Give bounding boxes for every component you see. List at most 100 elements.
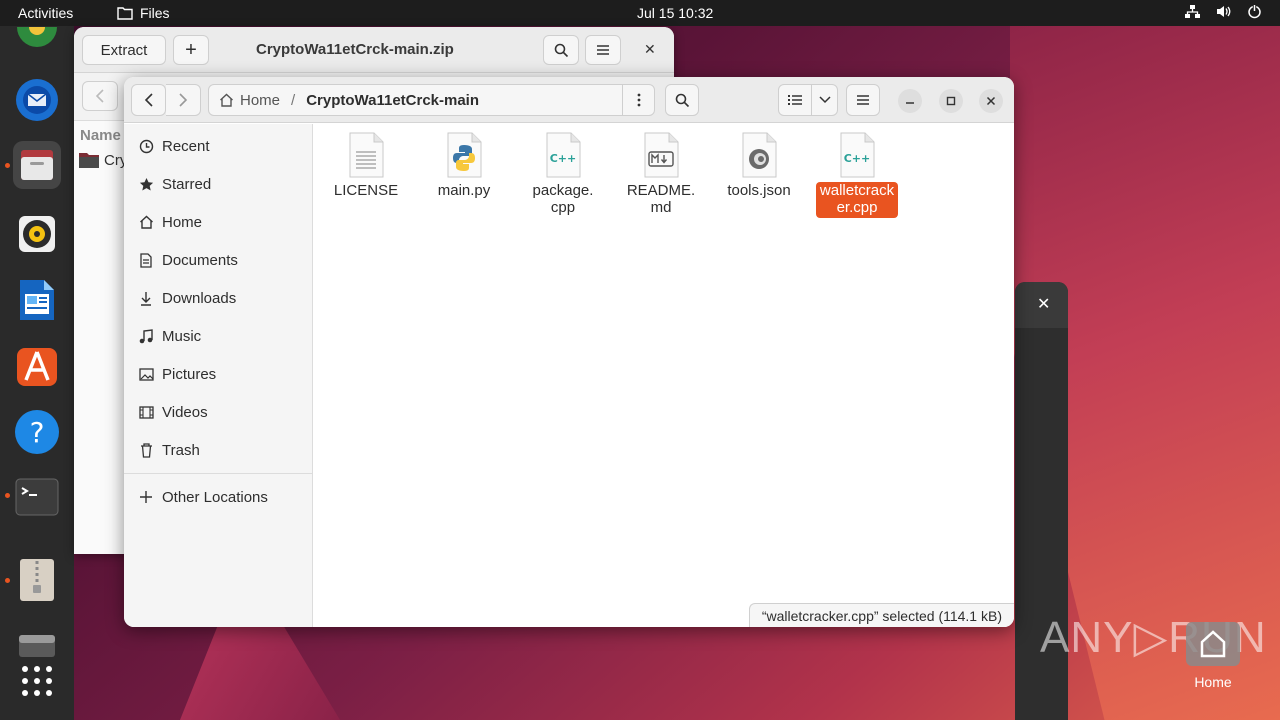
column-header-name[interactable]: Name [80,127,121,144]
close-icon[interactable]: ✕ [644,41,656,58]
sidebar-item-pictures[interactable]: Pictures [124,355,313,393]
view-toggle-button[interactable] [778,84,812,116]
dock-thunderbird[interactable] [13,76,61,124]
file-item-tools-json[interactable]: tools.json [716,132,802,201]
svg-text:C++: C++ [550,152,577,165]
folder-icon [79,153,99,168]
minimize-icon [906,102,914,104]
dock-terminal[interactable] [13,473,61,521]
plus-icon [138,491,154,503]
chrome-icon [17,27,57,47]
sidebar-item-other-locations[interactable]: Other Locations [124,478,313,516]
file-item-package-cpp[interactable]: C++ package. cpp [520,132,606,218]
dock-writer[interactable] [13,276,61,324]
file-item-readme-md[interactable]: README. md [618,132,704,218]
help-icon: ? [15,410,59,454]
search-icon [554,43,568,57]
vertical-dots-icon [637,93,640,107]
archive-manager-icon [20,559,54,601]
path-menu-button[interactable] [622,85,654,115]
file-item-main-py[interactable]: main.py [421,132,507,201]
minimize-button[interactable] [898,89,922,113]
back-button[interactable] [82,81,118,111]
archive-search-button[interactable] [543,35,579,65]
close-button[interactable] [979,89,1003,113]
trash-icon [138,442,154,458]
sidebar-item-label: Trash [162,441,200,459]
search-icon [675,93,689,107]
sidebar-item-videos[interactable]: Videos [124,393,313,431]
sidebar-item-label: Home [162,213,203,231]
sidebar-item-label: Recent [162,137,210,155]
sidebar-item-label: Music [162,327,202,345]
search-button[interactable] [665,84,699,116]
add-button[interactable]: + [173,35,209,65]
dock-files[interactable] [13,141,61,189]
sidebar-item-music[interactable]: Music [124,317,313,355]
clock-icon [138,139,154,154]
close-icon [986,96,996,106]
archive-menu-button[interactable] [585,35,621,65]
forward-button[interactable] [166,84,201,116]
sidebar-item-starred[interactable]: Starred [124,165,313,203]
dock-archive-manager[interactable] [13,556,61,604]
dock-rhythmbox[interactable] [13,210,61,258]
maximize-icon [946,96,956,106]
main-menu-button[interactable] [846,84,880,116]
desktop-home-icon[interactable]: Home [1182,618,1244,690]
dock-chrome[interactable] [13,18,61,66]
chevron-left-icon [95,89,104,103]
path-bar[interactable]: Home / CryptoWa11etCrck-main [208,84,655,116]
sidebar-item-downloads[interactable]: Downloads [124,279,313,317]
rhythmbox-icon [19,216,55,252]
home-icon [220,93,233,107]
cpp-file-icon: C++ [546,132,581,178]
clock[interactable]: Jul 15 10:32 [637,5,713,21]
svg-text:C++: C++ [844,152,871,165]
network-icon [1185,5,1200,18]
show-apps-icon [22,666,52,696]
file-name: README. md [626,182,696,216]
file-name: tools.json [727,182,791,199]
home-folder-icon [1186,622,1240,666]
chevron-right-icon [179,93,188,107]
sidebar-item-recent[interactable]: Recent [124,127,313,165]
sidebar-divider [124,473,313,474]
back-button[interactable] [131,84,166,116]
dock-help[interactable]: ? [13,408,61,456]
background-window-headerbar: ✕ [1015,282,1068,328]
path-segment-current[interactable]: CryptoWa11etCrck-main [306,92,479,109]
sidebar-item-home[interactable]: Home [124,203,313,241]
star-icon [138,177,154,192]
maximize-button[interactable] [939,89,963,113]
sidebar-item-label: Downloads [162,289,237,307]
archive-title: CryptoWa11etCrck-main.zip [256,41,454,58]
file-item-license[interactable]: LICENSE [323,132,409,201]
hamburger-icon [857,95,869,105]
path-segment-home[interactable]: Home [209,92,280,109]
files-window: Home / CryptoWa11etCrck-main Recent Star… [124,77,1014,627]
file-item-walletcracker-cpp[interactable]: C++ walletcrack er.cpp [814,132,900,218]
close-icon[interactable]: ✕ [1037,294,1050,314]
file-name: package. cpp [532,182,594,216]
app-menu[interactable]: Files [117,5,170,21]
sidebar-item-label: Other Locations [162,488,268,506]
list-item[interactable]: Cry [78,151,127,169]
sidebar-item-label: Pictures [162,365,217,383]
running-indicator [5,163,10,168]
dock: ? [0,26,74,720]
desktop-icon-label: Home [1194,674,1232,690]
sidebar: Recent Starred Home Documents Downloads … [124,124,313,627]
system-tray[interactable] [1185,4,1262,19]
dock-app-center[interactable] [13,342,61,390]
cpp-file-icon: C++ [840,132,875,178]
thunderbird-icon [16,79,58,121]
extract-button[interactable]: Extract [82,35,166,65]
file-name: LICENSE [333,182,399,199]
home-icon [138,215,154,229]
sidebar-item-trash[interactable]: Trash [124,431,313,469]
sidebar-item-documents[interactable]: Documents [124,241,313,279]
dock-show-apps[interactable] [13,657,61,705]
path-segment-label: Home [240,91,281,109]
view-options-button[interactable] [811,84,838,116]
